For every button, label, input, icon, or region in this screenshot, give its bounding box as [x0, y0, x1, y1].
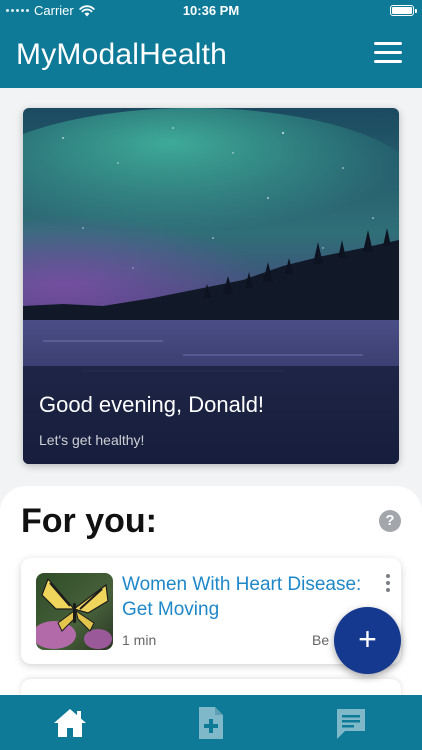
article-tag: Be [312, 632, 330, 648]
greeting-subtitle: Let's get healthy! [39, 432, 145, 448]
greeting-hero-card: Good evening, Donald! Let's get healthy! [23, 108, 399, 464]
home-icon [54, 709, 86, 737]
battery-icon [390, 5, 417, 16]
more-options-icon[interactable] [385, 574, 391, 594]
add-button[interactable]: + [334, 607, 401, 674]
section-title: For you: [21, 502, 157, 540]
nav-records[interactable] [191, 703, 231, 743]
next-article-card[interactable] [21, 679, 401, 695]
article-title: Women With Heart Disease: Get Moving [122, 574, 362, 620]
help-icon[interactable]: ? [379, 510, 401, 532]
nav-home[interactable] [50, 703, 90, 743]
app-title: MyModalHealth [16, 38, 228, 71]
app-header: MyModalHealth [0, 22, 422, 88]
article-duration: 1 min [122, 632, 157, 648]
bottom-nav [0, 695, 422, 750]
butterfly-image [36, 573, 113, 650]
greeting-text: Good evening, Donald! [39, 392, 265, 417]
medical-document-icon [199, 707, 223, 739]
main-content: Good evening, Donald! Let's get healthy!… [0, 88, 422, 695]
butterfly-thumbnail [36, 573, 113, 650]
status-time: 10:36 PM [182, 3, 240, 18]
nav-messages[interactable] [331, 703, 371, 743]
chat-icon [337, 709, 365, 739]
status-bar: Carrier 10:36 PM [0, 0, 422, 22]
hamburger-menu-icon[interactable] [374, 42, 404, 66]
